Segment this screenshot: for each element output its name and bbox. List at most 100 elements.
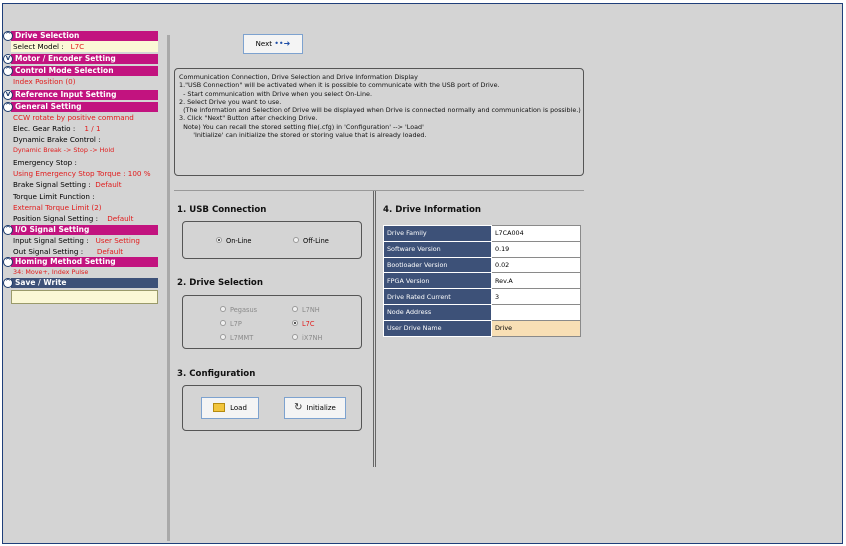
folder-open-icon	[213, 402, 226, 412]
section-general[interactable]: ^ General Setting	[3, 101, 158, 112]
table-row: Drive Family L7CA004	[383, 225, 581, 242]
bootloader-version-value: 0.02	[491, 256, 581, 274]
software-version-value: 0.19	[491, 240, 581, 258]
rated-current-label: Drive Rated Current	[383, 288, 492, 305]
drive-option-label: L7P	[230, 320, 242, 328]
drive-information-table: Drive Family L7CA004 Software Version 0.19…	[383, 225, 581, 337]
rated-current-value: 3	[491, 288, 581, 305]
section-motor-encoder[interactable]: v Motor / Encoder Setting	[3, 54, 158, 65]
position-signal-value: Default	[107, 214, 134, 224]
next-button[interactable]: Next ••➜	[243, 34, 303, 54]
section-save-write[interactable]: ^ Save / Write	[3, 278, 158, 289]
drive-option-l7mmt[interactable]: L7MMT	[220, 334, 253, 343]
table-row: FPGA Version Rev.A	[383, 272, 581, 290]
chevron-up-icon[interactable]: ^	[3, 66, 13, 77]
chevron-up-icon[interactable]: ^	[3, 257, 13, 268]
drive-option-label: L7NH	[302, 306, 320, 314]
drive-family-value: L7CA004	[491, 225, 581, 242]
info-line: Communication Connection, Drive Selectio…	[179, 73, 418, 81]
radio-icon	[220, 320, 226, 326]
online-label: On-Line	[226, 237, 252, 245]
info-line: (The information and Selection of Drive …	[179, 106, 581, 115]
save-write-field[interactable]	[11, 290, 158, 305]
gear-ratio-label: Elec. Gear Ratio :	[13, 123, 76, 133]
radio-selected-icon	[216, 237, 222, 243]
chevron-up-icon[interactable]: ^	[3, 31, 13, 41]
info-line: 1."USB Connection" will be activated whe…	[179, 81, 500, 90]
dynamic-brake-label: Dynamic Brake Control :	[13, 135, 101, 145]
section-io-signal[interactable]: ^ I/O Signal Setting	[3, 224, 158, 235]
initialize-button[interactable]: ↻ Initialize	[284, 397, 346, 419]
torque-limit-label: Torque Limit Function :	[13, 191, 95, 201]
online-radio[interactable]: On-Line	[216, 237, 252, 246]
table-row: User Drive Name Drive	[383, 319, 581, 337]
section-drive-selection[interactable]: ^ Drive Selection	[3, 31, 158, 41]
drive-option-label: L7MMT	[230, 334, 254, 342]
section-title: I/O Signal Setting	[15, 224, 90, 234]
drive-option-pegasus[interactable]: Pegasus	[220, 306, 257, 315]
load-label: Load	[230, 404, 247, 412]
drive-option-ix7nh[interactable]: iX7NH	[292, 334, 322, 343]
section-title: General Setting	[15, 101, 82, 111]
load-button[interactable]: Load	[201, 397, 259, 419]
radio-icon	[292, 334, 298, 340]
control-mode-value: Index Position (0)	[13, 77, 76, 87]
drive-information-title: 4. Drive Information	[383, 205, 482, 215]
sidebar: ^ Drive Selection Select Model : L7C v M…	[3, 31, 158, 305]
software-version-label: Software Version	[383, 240, 492, 258]
usb-connection-title: 1. USB Connection	[177, 205, 267, 215]
emergency-stop-label: Emergency Stop :	[13, 157, 77, 167]
section-reference-input[interactable]: v Reference Input Setting	[3, 89, 158, 100]
chevron-up-icon[interactable]: ^	[3, 224, 13, 235]
drive-option-l7p[interactable]: L7P	[220, 320, 242, 329]
info-line: 2. Select Drive you want to use.	[179, 97, 282, 106]
drive-selection-title: 2. Drive Selection	[177, 278, 263, 288]
info-line: - Start communication with Drive when yo…	[179, 89, 372, 98]
chevron-up-icon[interactable]: ^	[3, 278, 13, 289]
panel-splitter[interactable]	[373, 191, 376, 467]
drive-option-l7nh[interactable]: L7NH	[292, 306, 320, 315]
select-model-label: Select Model :	[13, 42, 64, 51]
section-control-mode[interactable]: ^ Control Mode Selection	[3, 66, 158, 77]
gear-ratio-value: 1 / 1	[84, 123, 101, 133]
fpga-version-label: FPGA Version	[383, 272, 492, 290]
node-address-label: Node Address	[383, 303, 492, 321]
initialize-label: Initialize	[306, 404, 336, 412]
table-row: Node Address	[383, 303, 581, 321]
section-title: Homing Method Setting	[15, 257, 116, 267]
section-title: Drive Selection	[15, 31, 80, 40]
offline-label: Off-Line	[303, 237, 329, 245]
chevron-up-icon[interactable]: ^	[3, 101, 13, 112]
info-line: Note) You can recall the stored setting …	[179, 122, 424, 131]
torque-limit-value: External Torque Limit (2)	[13, 202, 102, 212]
table-row: Bootloader Version 0.02	[383, 256, 581, 274]
offline-radio[interactable]: Off-Line	[293, 237, 329, 246]
drive-family-label: Drive Family	[383, 225, 492, 242]
user-drive-name-field[interactable]: Drive	[491, 319, 581, 337]
select-model-value: L7C	[70, 42, 85, 51]
chevron-down-icon[interactable]: v	[3, 89, 13, 100]
homing-value: 34: Move+, Index Pulse	[13, 268, 89, 277]
info-line: 3. Click "Next" Button after checking Dr…	[179, 114, 318, 123]
refresh-icon: ↻	[294, 402, 303, 413]
drive-option-l7c[interactable]: L7C	[292, 320, 314, 329]
brake-signal-value: Default	[95, 180, 122, 190]
brake-signal-label: Brake Signal Setting :	[13, 180, 91, 190]
radio-icon	[220, 334, 226, 340]
fpga-version-value: Rev.A	[491, 272, 581, 290]
divider	[174, 190, 584, 191]
usb-connection-group: On-Line Off-Line	[182, 221, 362, 259]
dynamic-brake-value: Dynamic Break -> Stop -> Hold	[13, 146, 115, 155]
drive-option-label: iX7NH	[302, 334, 323, 342]
configuration-title: 3. Configuration	[177, 369, 256, 379]
emergency-stop-value: Using Emergency Stop Torque : 100 %	[13, 169, 151, 179]
user-drive-name-label: User Drive Name	[383, 319, 492, 337]
position-signal-label: Position Signal Setting :	[13, 214, 99, 224]
input-signal-value: User Setting	[95, 235, 140, 245]
drive-option-label: L7C	[302, 320, 315, 328]
chevron-down-icon[interactable]: v	[3, 54, 13, 65]
section-homing[interactable]: ^ Homing Method Setting	[3, 257, 158, 268]
radio-selected-icon	[292, 320, 298, 326]
radio-icon	[292, 306, 298, 312]
sidebar-divider[interactable]	[167, 35, 170, 541]
